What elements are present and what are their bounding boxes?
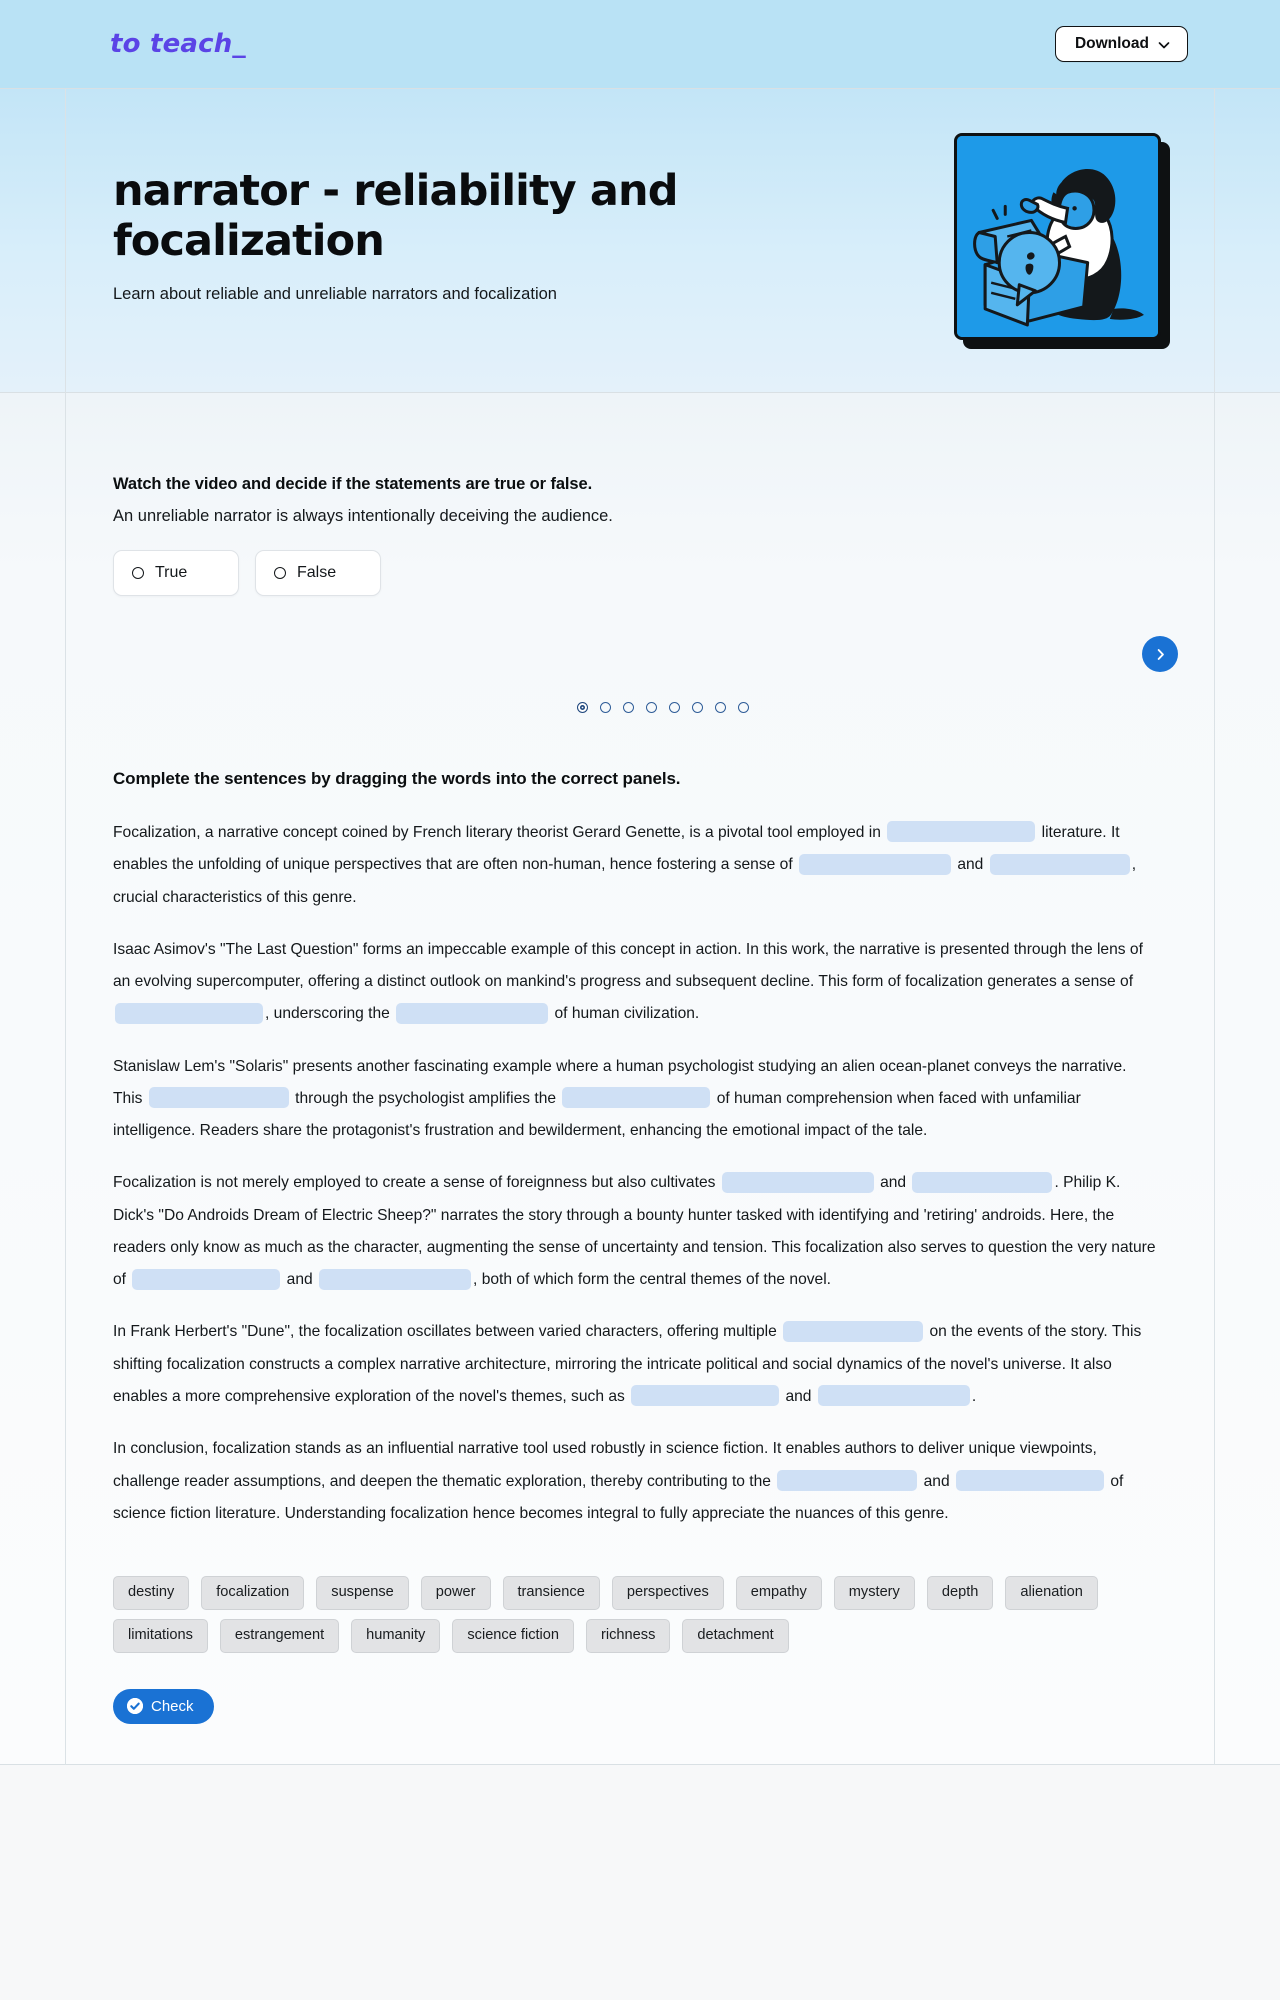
chevron-right-icon xyxy=(1153,647,1168,662)
drop-blank[interactable] xyxy=(912,1171,1053,1193)
pagination-dot-4[interactable] xyxy=(645,702,657,713)
drop-blank[interactable] xyxy=(887,821,1036,843)
chevron-down-icon xyxy=(1158,39,1170,51)
pagination-dot-8[interactable] xyxy=(737,702,749,713)
brand-logo[interactable]: to teach_ xyxy=(110,29,246,59)
download-button-label: Download xyxy=(1074,35,1149,53)
word-chip[interactable]: empathy xyxy=(735,1576,822,1611)
option-true[interactable]: True xyxy=(113,550,239,596)
option-false-label: False xyxy=(297,564,337,581)
drop-blank[interactable] xyxy=(562,1087,711,1109)
footer-space xyxy=(0,1764,1280,1993)
word-chip[interactable]: power xyxy=(420,1576,491,1611)
check-button-label: Check xyxy=(151,1697,194,1715)
exercise-drag-drop: Complete the sentences by dragging the w… xyxy=(113,713,1212,1724)
radio-icon[interactable] xyxy=(274,567,286,579)
radio-icon[interactable] xyxy=(132,567,144,579)
dragdrop-paragraph: In Frank Herbert's "Dune", the focalizat… xyxy=(113,1316,1159,1413)
drop-blank[interactable] xyxy=(783,1320,924,1342)
carousel-nav xyxy=(113,636,1212,672)
drop-blank[interactable] xyxy=(396,1002,549,1024)
true-false-options: True False xyxy=(113,550,1212,596)
drop-blank[interactable] xyxy=(777,1469,918,1491)
dragdrop-paragraph: Focalization, a narrative concept coined… xyxy=(113,817,1159,914)
word-chip[interactable]: humanity xyxy=(351,1619,441,1653)
download-button[interactable]: Download xyxy=(1054,26,1188,62)
word-chip[interactable]: focalization xyxy=(201,1576,305,1611)
check-circle-icon xyxy=(127,1698,143,1715)
word-chip[interactable]: detachment xyxy=(682,1619,789,1653)
page-subtitle: Learn about reliable and unreliable narr… xyxy=(113,284,557,303)
word-chip[interactable]: perspectives xyxy=(611,1576,724,1611)
dragdrop-paragraph: Stanislaw Lem's "Solaris" presents anoth… xyxy=(113,1057,1127,1140)
pagination-dot-5[interactable] xyxy=(668,702,680,713)
option-false[interactable]: False xyxy=(255,550,381,596)
page-title: narrator - reliability and focalization xyxy=(113,166,678,266)
check-button[interactable]: Check xyxy=(113,1688,214,1724)
unboxing-illustration-icon xyxy=(957,135,1158,337)
next-question-button[interactable] xyxy=(1142,636,1178,672)
drop-blank[interactable] xyxy=(631,1385,780,1407)
pagination-dot-7[interactable] xyxy=(714,702,726,713)
content-frame: narrator - reliability and focalization … xyxy=(0,88,1280,1765)
dragdrop-instruction: Complete the sentences by dragging the w… xyxy=(113,769,681,788)
dragdrop-paragraph: Focalization is not merely employed to c… xyxy=(113,1167,1159,1296)
carousel-pagination xyxy=(113,702,1212,713)
dragdrop-paragraph: In conclusion, focalization stands as an… xyxy=(113,1440,1124,1522)
drop-blank[interactable] xyxy=(319,1268,472,1290)
hero-section: narrator - reliability and focalization … xyxy=(0,89,1280,393)
word-chip[interactable]: limitations xyxy=(113,1619,208,1653)
dragdrop-paragraph: Isaac Asimov's "The Last Question" forms… xyxy=(113,940,1143,1024)
word-bank: destiny focalization suspense power transien… xyxy=(113,1576,1159,1653)
word-chip[interactable]: richness xyxy=(586,1619,671,1653)
word-chip[interactable]: science fiction xyxy=(452,1619,575,1653)
drop-blank[interactable] xyxy=(799,853,951,875)
exercise-instruction: Watch the video and decide if the statem… xyxy=(113,475,593,493)
page-root: to teach_ Download narrator - reliabilit… xyxy=(0,0,1280,2000)
pagination-dot-3[interactable] xyxy=(622,702,634,713)
top-bar: to teach_ Download xyxy=(0,0,1280,88)
pagination-dot-1[interactable] xyxy=(576,702,588,713)
word-chip[interactable]: estrangement xyxy=(219,1619,340,1653)
main-content: Watch the video and decide if the statem… xyxy=(0,393,1280,1765)
word-chip[interactable]: transience xyxy=(502,1576,600,1611)
drop-blank[interactable] xyxy=(817,1385,970,1407)
hero-illustration xyxy=(954,132,1170,349)
drop-blank[interactable] xyxy=(132,1268,281,1290)
pagination-dot-2[interactable] xyxy=(599,702,611,713)
drop-blank[interactable] xyxy=(115,1002,263,1024)
drop-blank[interactable] xyxy=(955,1469,1104,1491)
exercise-statement: An unreliable narrator is always intenti… xyxy=(113,507,613,525)
word-chip[interactable]: destiny xyxy=(113,1576,190,1611)
word-chip[interactable]: alienation xyxy=(1005,1576,1098,1611)
exercise-true-false: Watch the video and decide if the statem… xyxy=(113,393,1212,713)
option-true-label: True xyxy=(155,564,188,581)
drop-blank[interactable] xyxy=(721,1171,874,1193)
dragdrop-paragraph-list: Focalization, a narrative concept coined… xyxy=(113,817,1212,1530)
drop-blank[interactable] xyxy=(148,1087,289,1109)
word-chip[interactable]: depth xyxy=(926,1576,994,1611)
word-chip[interactable]: mystery xyxy=(833,1576,915,1611)
drop-blank[interactable] xyxy=(989,853,1130,875)
pagination-dot-6[interactable] xyxy=(691,702,703,713)
hero-illustration-frame xyxy=(954,132,1161,340)
word-chip[interactable]: suspense xyxy=(316,1576,409,1611)
